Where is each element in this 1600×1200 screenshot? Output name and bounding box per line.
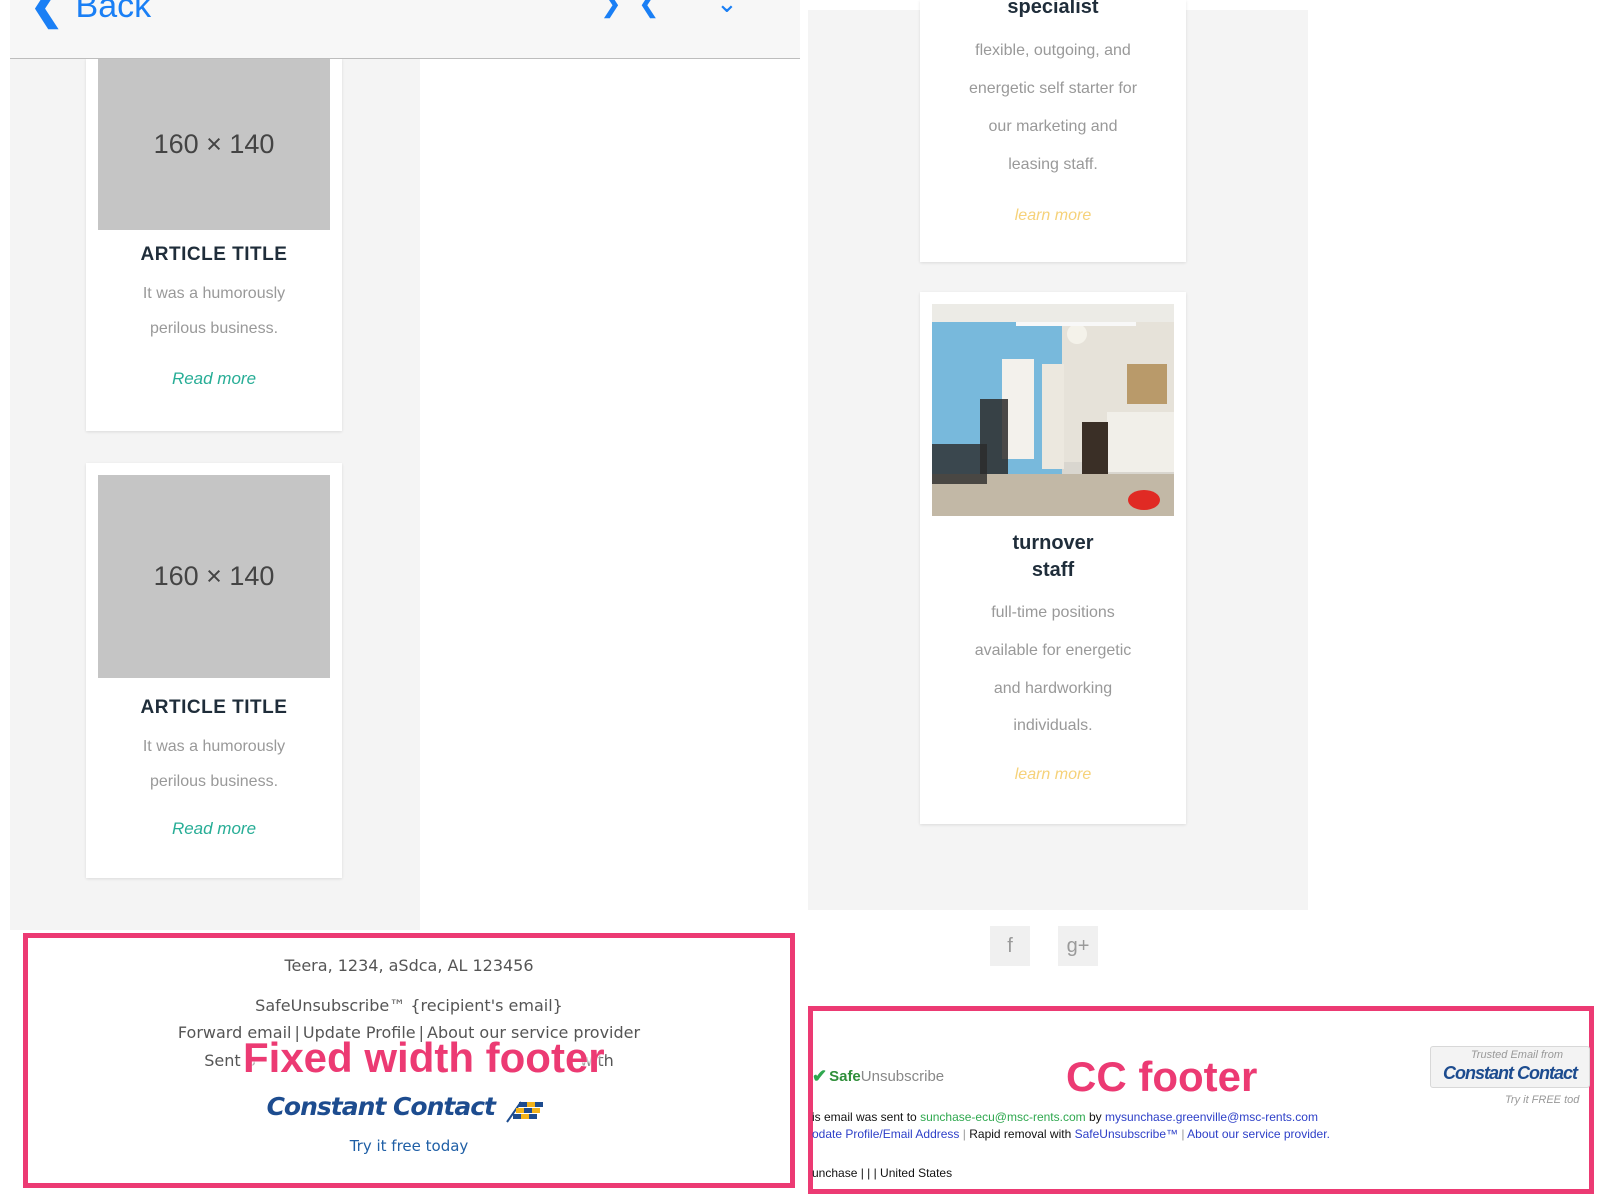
job-text-line: leasing staff.	[1008, 156, 1098, 173]
read-more-link[interactable]: Read more	[86, 819, 342, 839]
job-text-line: flexible, outgoing, and	[975, 42, 1131, 59]
job-title-line: staff	[1031, 559, 1075, 581]
job-text-line: energetic self starter for	[968, 80, 1138, 97]
image-placeholder: 160 × 140	[98, 58, 330, 230]
article-title: ARTICLE TITLE	[140, 697, 288, 718]
back-label: Back	[75, 0, 152, 25]
back-button[interactable]: ❮ Back	[30, 0, 151, 26]
constant-contact-logo[interactable]: Constant Contact	[23, 1092, 795, 1126]
article-text-line: It was a humorously	[142, 285, 286, 302]
cc-sent-line: is email was sent to sunchase-ecu@msc-re…	[812, 1110, 1318, 1124]
job-text-line: available for energetic	[974, 642, 1132, 659]
recipient-email[interactable]: sunchase-ecu@msc-rents.com	[920, 1110, 1086, 1124]
safe-unsubscribe-link[interactable]: SafeUnsubscribe™	[1075, 1127, 1178, 1141]
cc-footer-label: CC footer	[1066, 1053, 1258, 1100]
job-card-turnover: turnover staff full-time positions avail…	[920, 292, 1186, 824]
rapid-removal-text: Rapid removal with	[969, 1127, 1072, 1141]
article-text-line: perilous business.	[149, 773, 279, 790]
article-text-line: It was a humorously	[142, 738, 286, 755]
apartment-photo	[932, 304, 1174, 516]
sent-by-word: by	[1088, 1110, 1102, 1124]
checkmark-icon: ✔	[812, 1066, 828, 1086]
navigation-bar: ❮ Back ❯ ❮ ⌄	[10, 0, 800, 59]
trusted-brand: Constant Contact	[1443, 1063, 1578, 1083]
fixed-width-footer-label: Fixed width footer	[243, 1034, 605, 1081]
image-placeholder: 160 × 140	[98, 475, 330, 678]
safe-unsubscribe-logo: ✔ Safe Unsubscribe	[812, 1066, 944, 1087]
job-title-line: turnover	[1012, 532, 1094, 554]
article-card-1: 160 × 140 ARTICLE TITLE It was a humorou…	[86, 58, 342, 431]
job-title: specialist	[1007, 0, 1099, 18]
cc-links-line: odate Profile/Email Address | Rapid remo…	[812, 1127, 1330, 1141]
trusted-line: Trusted Email from	[1470, 1049, 1563, 1061]
service-provider-link[interactable]: About our service provider.	[1187, 1127, 1330, 1141]
sender-email[interactable]: mysunchase.greenville@msc-rents.com	[1105, 1110, 1318, 1124]
learn-more-link[interactable]: learn more	[920, 207, 1186, 225]
job-text-line: individuals.	[1013, 717, 1093, 734]
try-free-link[interactable]: Try it free today	[23, 1136, 795, 1155]
job-text-line: and hardworking	[993, 680, 1113, 697]
google-plus-icon[interactable]: g+	[1058, 926, 1098, 966]
safe-logo-strong: Safe	[829, 1068, 861, 1085]
article-text-line: perilous business.	[149, 320, 279, 337]
trusted-email-badge[interactable]: Trusted Email from Constant Contact	[1430, 1046, 1590, 1088]
job-text-line: full-time positions	[991, 604, 1115, 621]
cc-address: unchase | | | United States	[812, 1166, 953, 1180]
footer-address: Teera, 1234, aSdca, AL 123456	[284, 956, 534, 975]
learn-more-link[interactable]: learn more	[920, 766, 1186, 784]
job-card-specialist: specialist flexible, outgoing, and energ…	[920, 0, 1186, 262]
article-card-2: 160 × 140 ARTICLE TITLE It was a humorou…	[86, 463, 342, 878]
chevron-left-icon[interactable]: ❮	[638, 0, 660, 16]
chevron-right-icon[interactable]: ❯	[600, 0, 622, 16]
job-text-line: our marketing and	[988, 118, 1118, 135]
footer-safe-unsubscribe[interactable]: SafeUnsubscribe™ {recipient's email}	[23, 996, 795, 1015]
read-more-link[interactable]: Read more	[86, 369, 342, 389]
facebook-icon[interactable]: f	[990, 926, 1030, 966]
sent-prefix: is email was sent to	[812, 1110, 917, 1124]
constant-contact-flag-icon	[506, 1101, 544, 1123]
safe-logo-rest: Unsubscribe	[860, 1068, 945, 1085]
trusted-try-link[interactable]: Try it FREE tod	[1505, 1094, 1579, 1106]
constant-contact-wordmark: Constant Contact	[266, 1092, 496, 1121]
chevron-down-icon[interactable]: ⌄	[716, 0, 738, 16]
article-title: ARTICLE TITLE	[140, 244, 288, 265]
update-profile-link[interactable]: odate Profile/Email Address	[812, 1127, 959, 1141]
chevron-left-icon: ❮	[30, 0, 64, 28]
